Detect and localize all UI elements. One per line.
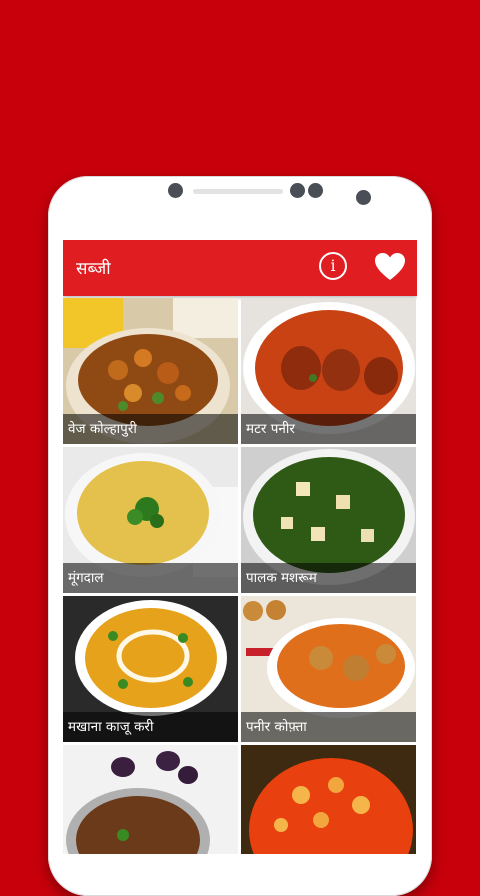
recipe-name: पनीर कोफ़्ता	[241, 712, 416, 742]
recipe-photo	[63, 745, 238, 854]
recipe-name: मटर पनीर	[241, 414, 416, 444]
earpiece-speaker	[193, 189, 283, 194]
recipe-tile[interactable]: मूंगदाल	[63, 447, 238, 593]
recipe-grid: वेज कोल्हापुरी मटर पनीर मूंगदाल पालक मशर…	[63, 298, 417, 854]
recipe-name: पालक मशरूम	[241, 563, 416, 593]
front-camera	[168, 183, 183, 198]
recipe-tile[interactable]: वेज कोल्हापुरी	[63, 298, 238, 444]
recipe-tile[interactable]: मखाना काजू करी	[63, 596, 238, 742]
recipe-name: मूंगदाल	[63, 563, 238, 593]
recipe-name: वेज कोल्हापुरी	[63, 414, 238, 444]
recipe-tile[interactable]	[63, 745, 238, 854]
recipe-tile[interactable]	[241, 745, 416, 854]
recipe-tile[interactable]: पालक मशरूम	[241, 447, 416, 593]
app-title: सब्जी	[76, 259, 111, 279]
proximity-sensor	[356, 190, 371, 205]
sensor-dot	[290, 183, 305, 198]
recipe-name: मखाना काजू करी	[63, 712, 238, 742]
heart-icon[interactable]	[374, 252, 406, 282]
recipe-tile[interactable]: मटर पनीर	[241, 298, 416, 444]
info-icon[interactable]: i	[319, 252, 347, 280]
app-bar: सब्जी i	[63, 240, 417, 296]
sensor-dot	[308, 183, 323, 198]
app-screen: सब्जी i वेज कोल्हापुरी मटर पनीर मूंगदाल …	[63, 240, 417, 854]
recipe-tile[interactable]: पनीर कोफ़्ता	[241, 596, 416, 742]
recipe-photo	[241, 745, 416, 854]
